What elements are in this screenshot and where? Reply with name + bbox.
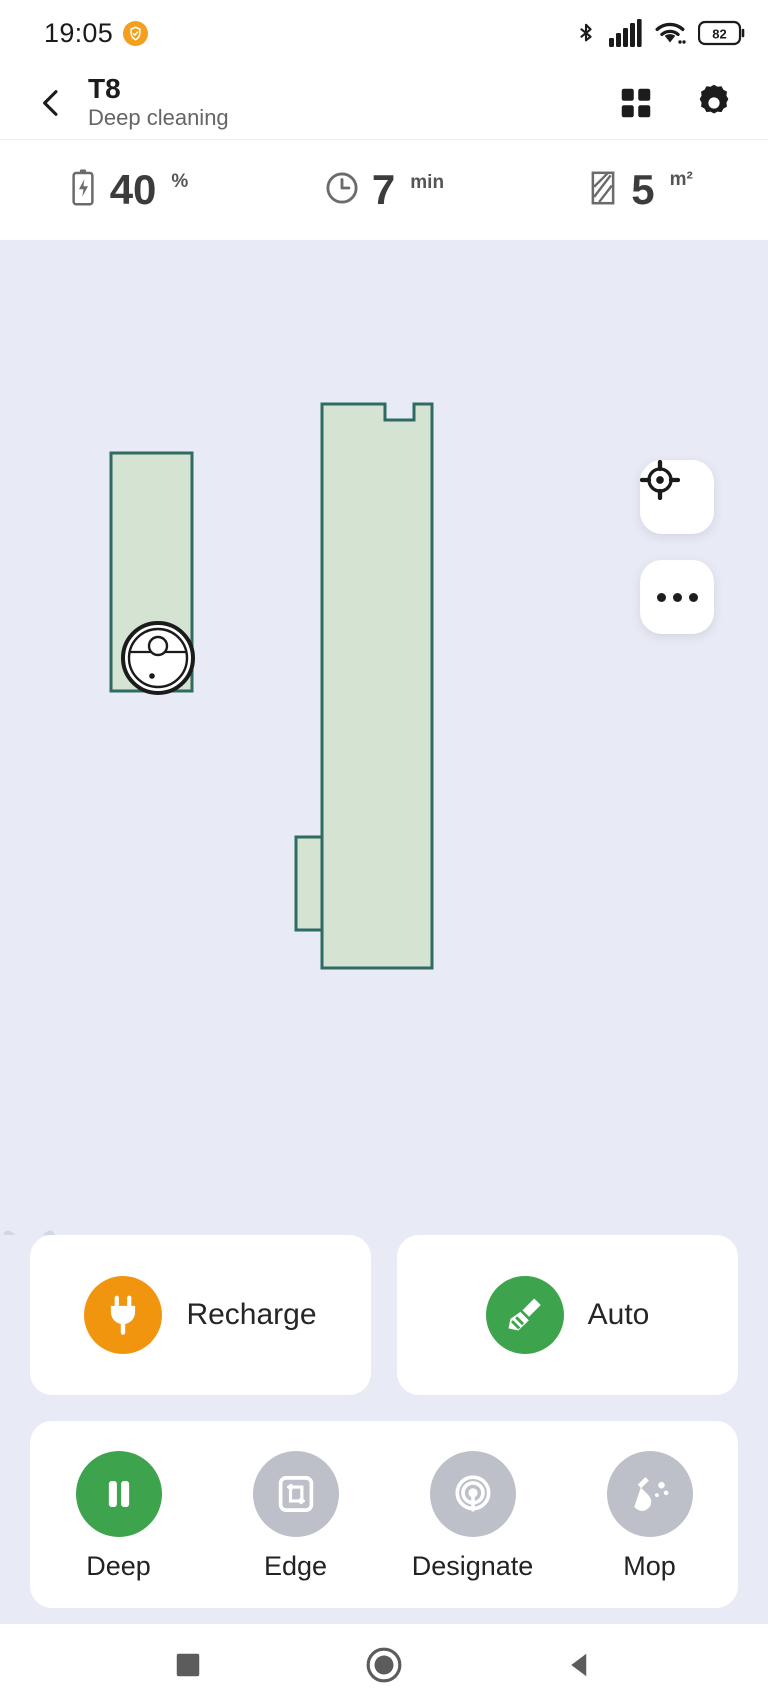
- stat-time-value: 7: [371, 166, 396, 213]
- back-chevron-icon[interactable]: [22, 74, 80, 132]
- circle-home-icon[interactable]: [349, 1630, 419, 1700]
- battery-indicator: 82: [698, 20, 746, 46]
- mode-edge-label: Edge: [263, 1551, 328, 1581]
- square-recents-icon[interactable]: [153, 1630, 223, 1700]
- battery-level-text: 82: [712, 27, 726, 42]
- plug-icon: [84, 1276, 163, 1354]
- triangle-back-icon[interactable]: [545, 1630, 615, 1700]
- mode-designate[interactable]: Designate: [384, 1451, 561, 1582]
- area-icon: [587, 169, 619, 212]
- stat-area-value: 5: [631, 166, 655, 213]
- primary-action-row: Recharge Auto: [30, 1235, 738, 1395]
- cleaning-map[interactable]: [0, 240, 768, 1235]
- status-bar-right: 82: [575, 18, 746, 48]
- stat-battery-value: 40: [109, 166, 157, 213]
- auto-button[interactable]: Auto: [397, 1235, 738, 1395]
- system-status-bar: 19:05 82: [0, 0, 768, 66]
- edge-icon: [252, 1451, 339, 1537]
- mode-deep[interactable]: Deep: [30, 1451, 207, 1582]
- stat-time-unit: min: [410, 172, 445, 193]
- clock-icon: [324, 170, 360, 211]
- mode-mop-label: Mop: [623, 1551, 676, 1581]
- bluetooth-icon: [575, 18, 597, 48]
- robot-vacuum-app: 19:05 82 T8 Deep cleaning 40 % 7 min 5 m…: [0, 0, 768, 1706]
- cellular-signal-icon: [608, 19, 642, 47]
- mode-designate-label: Designate: [411, 1551, 534, 1581]
- map-room-right: [294, 402, 434, 970]
- bottom-controls: Recharge Auto Deep Edge Designate Mop: [0, 1235, 768, 1624]
- stat-time: 7 min: [256, 169, 512, 211]
- locate-target-icon[interactable]: [640, 460, 714, 534]
- stat-area-unit: m²: [669, 168, 693, 190]
- more-options-icon[interactable]: [640, 560, 714, 634]
- auto-label: Auto: [587, 1298, 650, 1331]
- mop-icon: [606, 1451, 693, 1537]
- broom-icon: [485, 1276, 564, 1354]
- app-bar: T8 Deep cleaning: [0, 66, 768, 140]
- map-canvas: [109, 402, 434, 970]
- recharge-label: Recharge: [186, 1298, 317, 1331]
- designate-icon: [429, 1451, 516, 1537]
- stat-battery-unit: %: [171, 170, 189, 192]
- cleaning-stats-bar: 40 % 7 min 5 m²: [0, 140, 768, 240]
- android-navigation-bar: [0, 1624, 768, 1706]
- grid-menu-icon[interactable]: [608, 75, 664, 131]
- page-subtitle: Deep cleaning: [88, 105, 229, 131]
- app-bar-titles: T8 Deep cleaning: [88, 73, 229, 131]
- battery-charging-icon: [68, 168, 98, 213]
- stat-area: 5 m²: [512, 169, 768, 212]
- status-bar-left: 19:05: [44, 17, 149, 49]
- ellipsis-dots: [656, 592, 698, 602]
- mode-edge[interactable]: Edge: [207, 1451, 384, 1582]
- cleaning-modes-row: Deep Edge Designate Mop: [30, 1421, 738, 1608]
- mode-deep-label: Deep: [86, 1551, 151, 1581]
- gear-icon[interactable]: [686, 75, 742, 131]
- recharge-button[interactable]: Recharge: [30, 1235, 371, 1395]
- wifi-icon: [653, 19, 687, 47]
- mode-mop[interactable]: Mop: [561, 1451, 738, 1582]
- shield-check-icon: [123, 20, 149, 46]
- robot-vacuum-icon: [121, 621, 195, 695]
- page-title: T8: [88, 73, 121, 105]
- stat-battery: 40 %: [0, 168, 256, 213]
- pause-icon: [75, 1451, 162, 1537]
- clock-time: 19:05: [44, 17, 114, 48]
